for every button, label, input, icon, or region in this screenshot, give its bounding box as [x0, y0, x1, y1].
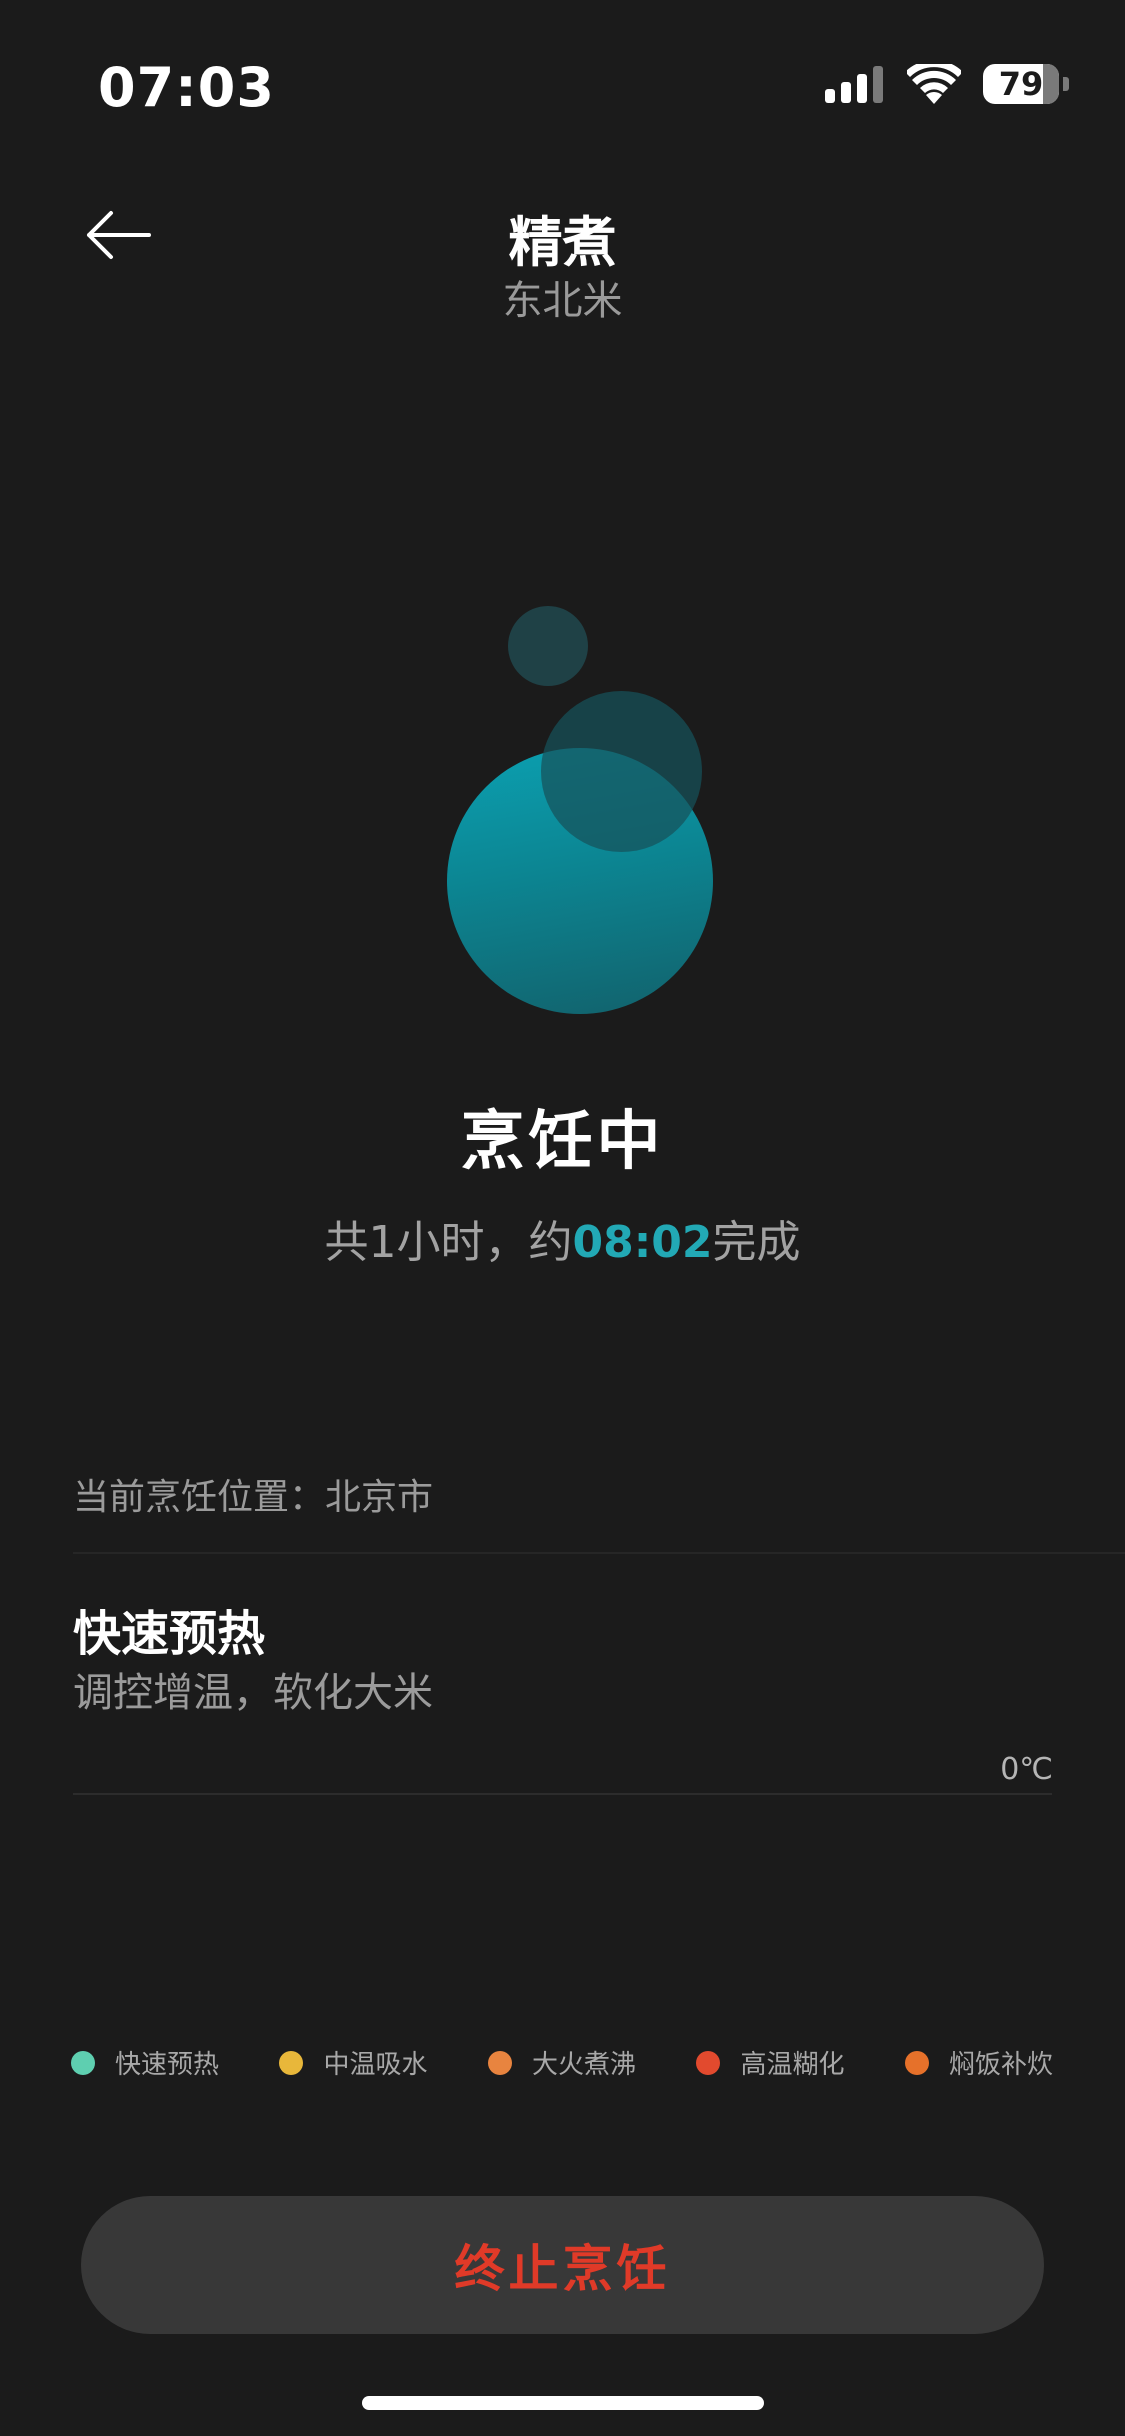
- divider: [73, 1552, 1125, 1554]
- legend-item: 大火煮沸: [487, 2044, 636, 2081]
- status-icons: 79: [825, 64, 1069, 104]
- cooking-location: 当前烹饪位置：北京市: [73, 1477, 434, 1518]
- cooking-status-title: 烹饪中: [460, 1105, 665, 1179]
- cellular-signal-icon: [825, 66, 883, 103]
- legend-label: 焖饭补炊: [948, 2050, 1053, 2080]
- cooking-time-suffix: 完成: [712, 1217, 801, 1268]
- stop-cooking-button[interactable]: 终止烹饪: [81, 2196, 1044, 2334]
- bubble-small: [508, 606, 588, 686]
- cooking-time-prefix: 共1小时，约: [324, 1217, 573, 1268]
- legend-item: 中温吸水: [279, 2044, 428, 2081]
- legend-label: 中温吸水: [323, 2050, 428, 2080]
- finish-time: 08:02: [572, 1217, 713, 1268]
- legend-dot: [696, 2050, 721, 2075]
- legend-label: 快速预热: [115, 2050, 220, 2080]
- home-indicator[interactable]: [362, 2396, 764, 2410]
- temperature-label: 0℃: [1000, 1752, 1053, 1787]
- legend-dot: [71, 2050, 95, 2075]
- legend-dot: [487, 2050, 512, 2075]
- battery-indicator: 79: [983, 64, 1059, 104]
- legend-item: 快速预热: [71, 2044, 219, 2081]
- battery-level: 79: [998, 65, 1044, 103]
- page-subtitle: 东北米: [502, 278, 623, 324]
- bubble-medium: [541, 691, 702, 852]
- wifi-icon: [907, 64, 961, 104]
- stage-title: 快速预热: [73, 1606, 266, 1662]
- stage-legend: 快速预热 中温吸水 大火煮沸 高温糊化 焖饭补炊: [71, 2044, 1053, 2081]
- cooking-time-info: 共1小时，约08:02完成: [0, 1206, 1125, 1270]
- stage-description: 调控增温，软化大米: [73, 1670, 433, 1716]
- legend-label: 大火煮沸: [531, 2050, 636, 2080]
- legend-dot: [279, 2050, 304, 2075]
- battery-cap: [1063, 77, 1069, 91]
- legend-label: 高温糊化: [740, 2050, 845, 2080]
- legend-dot: [904, 2050, 929, 2075]
- status-time: 07:03: [98, 56, 275, 119]
- temperature-chart-baseline: [73, 1793, 1052, 1795]
- page-title: 精煮: [508, 211, 617, 274]
- legend-item: 焖饭补炊: [904, 2044, 1053, 2081]
- legend-item: 高温糊化: [696, 2044, 844, 2081]
